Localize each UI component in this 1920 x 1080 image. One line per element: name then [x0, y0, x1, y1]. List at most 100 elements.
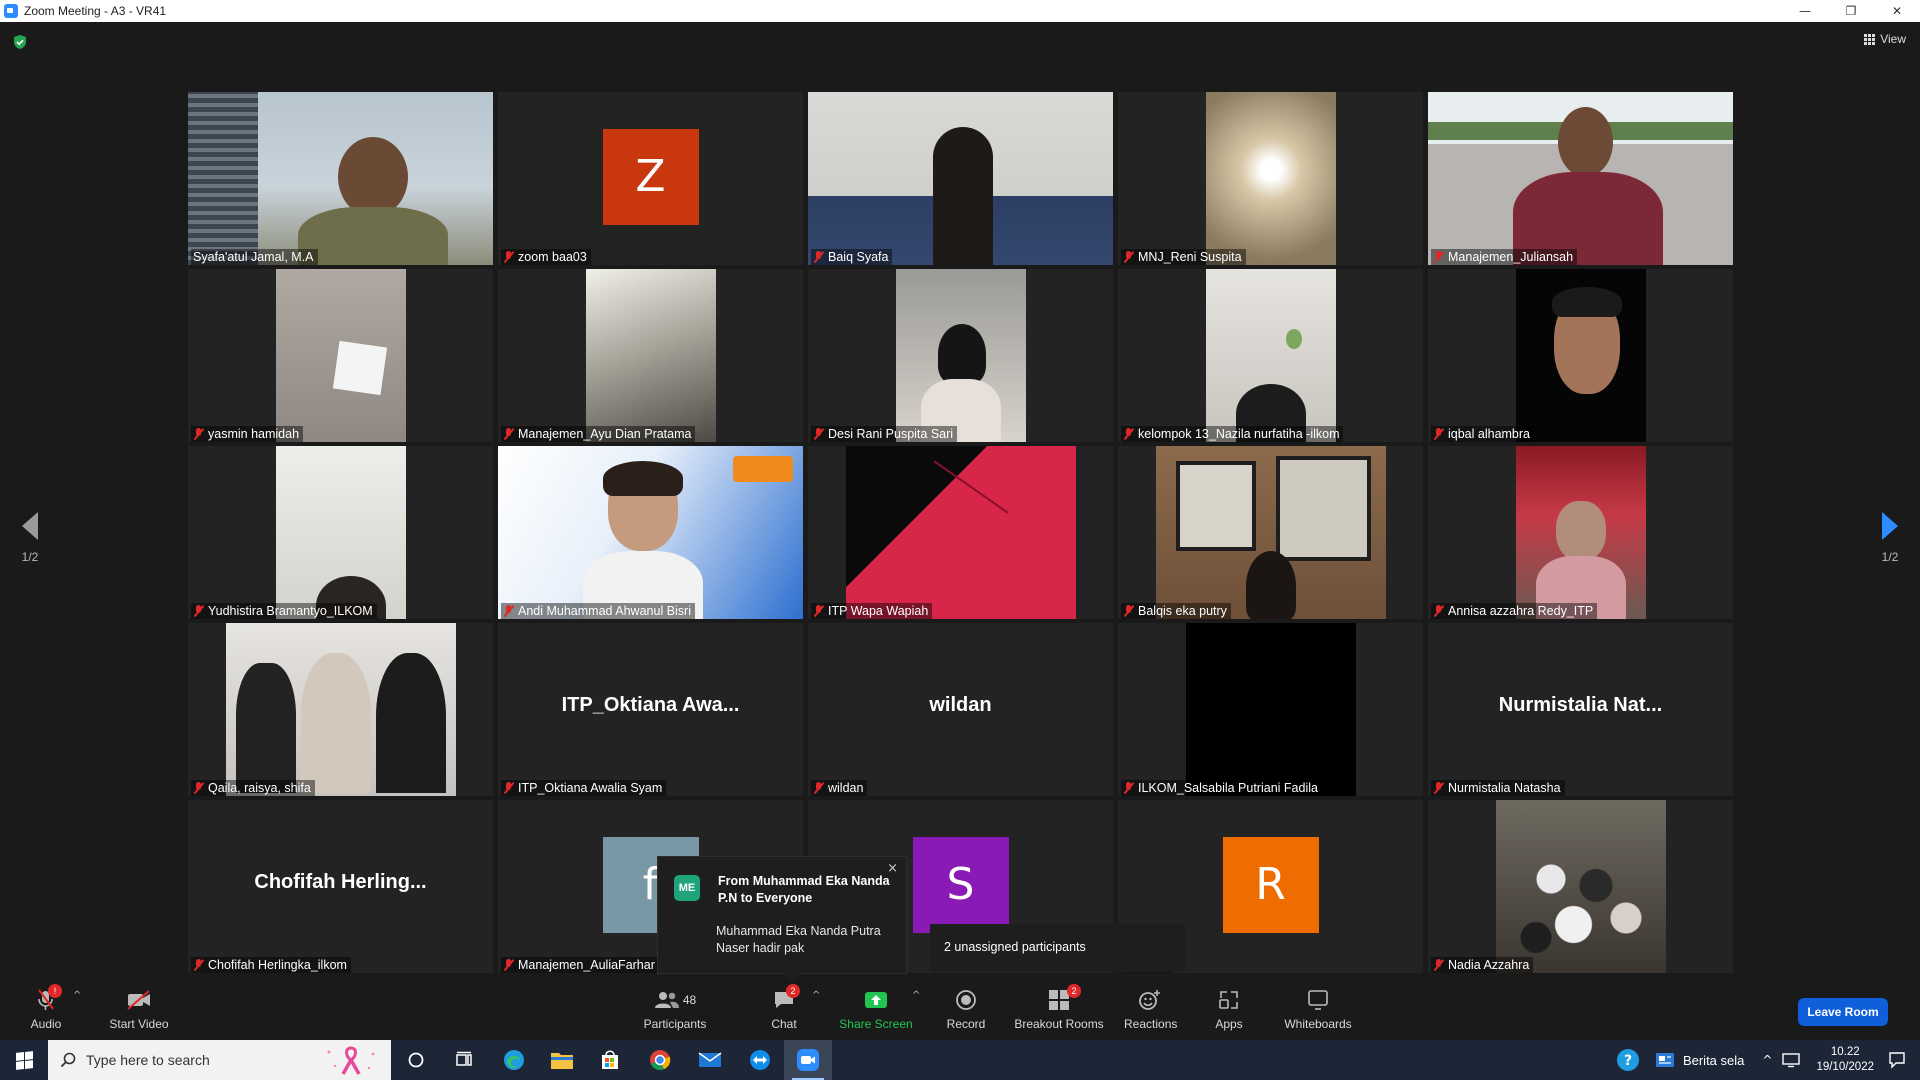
apps-button[interactable]: Apps	[1211, 988, 1247, 1031]
breakout-rooms-button[interactable]: 2 Breakout Rooms	[1014, 984, 1104, 1031]
meeting-area: View 1/2 1/2 Syafa'atul Jamal, M.A Zzoom …	[0, 22, 1920, 982]
participant-video	[1515, 446, 1646, 619]
participant-name: iqbal alhambra	[1448, 427, 1530, 441]
video-off-icon	[127, 990, 150, 1010]
audio-options-caret-icon[interactable]: ^	[73, 990, 81, 1001]
participant-tile[interactable]: Annisa azzahra Redy_ITP	[1428, 446, 1733, 619]
breakout-rooms-label: Breakout Rooms	[1014, 1017, 1104, 1031]
participant-tile[interactable]: Nurmistalia Nat... Nurmistalia Natasha	[1428, 623, 1733, 796]
participant-tile[interactable]: yasmin hamidah	[188, 269, 493, 442]
muted-mic-icon	[1433, 251, 1444, 263]
chat-options-caret-icon[interactable]: ^	[812, 990, 820, 1001]
participant-tile[interactable]: Nadia Azzahra	[1428, 800, 1733, 973]
participant-video	[585, 269, 716, 442]
chat-unread-badge: 2	[786, 984, 800, 998]
chat-button[interactable]: 2 Chat	[764, 984, 804, 1031]
chat-notification[interactable]: ME From Muhammad Eka Nanda P.N to Everyo…	[657, 856, 907, 981]
muted-mic-icon	[1433, 782, 1444, 794]
participant-tile[interactable]: Andi Muhammad Ahwanul Bisri	[498, 446, 803, 619]
share-options-caret-icon[interactable]: ^	[912, 990, 920, 1001]
clock[interactable]: 10.22 19/10/2022	[1816, 1045, 1874, 1075]
apps-icon	[1219, 991, 1238, 1009]
participants-button[interactable]: 48 Participants	[640, 988, 710, 1031]
participant-name: Manajemen_AuliaFarhar	[518, 958, 655, 972]
muted-mic-icon	[1123, 251, 1134, 263]
participant-tile[interactable]: Desi Rani Puspita Sari	[808, 269, 1113, 442]
search-placeholder: Type here to search	[86, 1052, 210, 1068]
participant-tile[interactable]: ITP Wapa Wapiah	[808, 446, 1113, 619]
participant-name-tag: Nurmistalia Natasha	[1431, 780, 1565, 796]
participant-display-name: ITP_Oktiana Awa...	[561, 693, 740, 716]
participant-tile[interactable]: ILKOM_Salsabila Putriani Fadila	[1118, 623, 1423, 796]
whiteboards-button[interactable]: Whiteboards	[1282, 988, 1354, 1031]
apps-label: Apps	[1215, 1017, 1243, 1031]
participant-tile[interactable]: Manajemen_Juliansah	[1428, 92, 1733, 265]
participant-tile[interactable]: Balqis eka putry	[1118, 446, 1423, 619]
participant-tile[interactable]: Baiq Syafa	[808, 92, 1113, 265]
reactions-smiley-icon	[1139, 990, 1160, 1010]
notifications-icon[interactable]	[1888, 1051, 1906, 1069]
news-icon[interactable]	[1655, 1051, 1675, 1069]
start-video-button[interactable]: Start Video	[104, 988, 174, 1031]
muted-mic-icon	[1433, 428, 1444, 440]
teamviewer-icon[interactable]	[736, 1040, 784, 1080]
audio-button[interactable]: ! Audio	[26, 984, 66, 1031]
sender-avatar: ME	[674, 875, 700, 901]
participant-video	[225, 623, 456, 796]
participant-tile[interactable]: Yudhistira Bramantyo_ILKOM	[188, 446, 493, 619]
file-explorer-icon[interactable]	[538, 1040, 586, 1080]
mail-icon[interactable]	[686, 1040, 734, 1080]
participant-video	[845, 446, 1076, 619]
arrow-right-icon	[1882, 512, 1898, 540]
muted-mic-icon	[503, 605, 514, 617]
task-view-icon[interactable]	[440, 1040, 488, 1080]
cortana-icon[interactable]	[392, 1040, 440, 1080]
participant-video	[1515, 269, 1646, 442]
audio-label: Audio	[30, 1017, 62, 1031]
participant-tile[interactable]: Syafa'atul Jamal, M.A	[188, 92, 493, 265]
muted-mic-icon	[1433, 959, 1444, 971]
participant-video	[1428, 92, 1733, 265]
participant-tile[interactable]: Qaila, raisya, shifa	[188, 623, 493, 796]
participant-name: Manajemen_Juliansah	[1448, 250, 1574, 264]
muted-mic-icon	[503, 959, 514, 971]
minimize-icon[interactable]: —	[1782, 0, 1828, 22]
grid-view-icon	[1864, 33, 1876, 45]
show-hidden-icons-icon[interactable]: ^	[1762, 1053, 1772, 1067]
view-button[interactable]: View	[1864, 32, 1906, 46]
close-window-icon[interactable]: ✕	[1874, 0, 1920, 22]
previous-page-button[interactable]: 1/2	[10, 512, 50, 564]
encryption-shield-icon[interactable]	[12, 34, 28, 50]
chat-message: Muhammad Eka Nanda Putra Naser hadir pak	[716, 924, 881, 955]
participant-tile[interactable]: kelompok 13_Nazila nurfatiha -ilkom	[1118, 269, 1423, 442]
start-button[interactable]	[0, 1040, 48, 1080]
participant-tile[interactable]: iqbal alhambra	[1428, 269, 1733, 442]
audio-warning-badge: !	[48, 984, 62, 998]
news-widget-label[interactable]: Berita sela	[1683, 1053, 1744, 1068]
network-icon[interactable]	[1782, 1052, 1801, 1068]
chrome-browser-icon[interactable]	[636, 1040, 684, 1080]
participant-name: Chofifah Herlingka_ilkom	[208, 958, 347, 972]
microsoft-store-icon[interactable]	[586, 1040, 634, 1080]
participant-tile[interactable]: Chofifah Herling... Chofifah Herlingka_il…	[188, 800, 493, 973]
participant-name-tag: Baiq Syafa	[811, 249, 893, 265]
help-icon[interactable]: ?	[1615, 1047, 1641, 1073]
reactions-button[interactable]: Reactions	[1124, 988, 1177, 1031]
record-button[interactable]: Record	[943, 988, 989, 1031]
participant-tile[interactable]: Zzoom baa03	[498, 92, 803, 265]
next-page-button[interactable]: 1/2	[1870, 512, 1910, 564]
gallery-grid: Syafa'atul Jamal, M.A Zzoom baa03 Baiq Sya…	[188, 92, 1733, 973]
participant-tile[interactable]: wildan wildan	[808, 623, 1113, 796]
restore-icon[interactable]: ❐	[1828, 0, 1874, 22]
participant-tile[interactable]: Manajemen_Ayu Dian Pratama	[498, 269, 803, 442]
leave-room-button[interactable]: Leave Room	[1798, 998, 1888, 1026]
close-notification-icon[interactable]: ×	[887, 861, 898, 876]
edge-browser-icon[interactable]	[490, 1040, 538, 1080]
participant-name: yasmin hamidah	[208, 427, 300, 441]
share-screen-button[interactable]: Share Screen	[836, 988, 916, 1031]
participant-tile[interactable]: ITP_Oktiana Awa... ITP_Oktiana Awalia Sya…	[498, 623, 803, 796]
taskbar-search[interactable]: Type here to search	[48, 1040, 391, 1080]
zoom-taskbar-icon[interactable]	[784, 1040, 832, 1080]
unassigned-participants-notice[interactable]: 2 unassigned participants	[930, 924, 1185, 972]
participant-tile[interactable]: MNJ_Reni Suspita	[1118, 92, 1423, 265]
